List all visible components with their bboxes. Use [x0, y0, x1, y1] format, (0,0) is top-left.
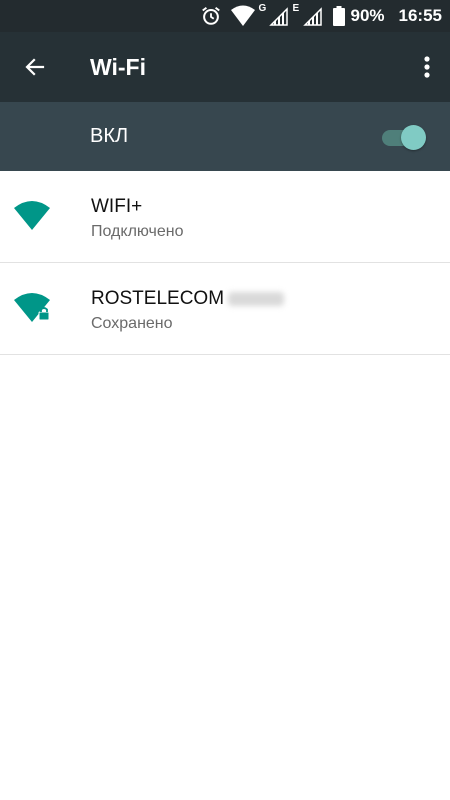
wifi-settings-screen: G E 90% 16:55 Wi-Fi ВКЛ WIFI+ Подключено…: [0, 0, 450, 800]
back-button[interactable]: [12, 44, 58, 90]
wifi-lock-icon: [14, 293, 50, 322]
network-name: ROSTELECOM: [91, 288, 285, 310]
network-status: Сохранено: [91, 315, 173, 332]
network-item[interactable]: ROSTELECOM Сохранено: [0, 263, 450, 355]
network-name: WIFI+: [91, 196, 143, 217]
arrow-back-icon: [25, 58, 45, 76]
battery-icon: [330, 0, 348, 32]
wifi-signal-icon: [228, 0, 258, 32]
network-type-label: G: [258, 3, 267, 14]
redacted-suffix: [228, 291, 285, 306]
battery-percent: 90%: [350, 6, 385, 25]
network-list: WIFI+ Подключено ROSTELECOM Сохранено: [0, 171, 450, 355]
wifi-toggle[interactable]: [380, 124, 426, 150]
more-options-button[interactable]: [412, 44, 442, 90]
page-title: Wi-Fi: [90, 54, 146, 80]
cell-signal-icon: E: [292, 0, 326, 32]
more-vert-icon: [424, 56, 430, 78]
status-bar: G E 90% 16:55: [0, 0, 450, 32]
network-name-text: ROSTELECOM: [91, 288, 225, 309]
app-bar: Wi-Fi: [0, 32, 450, 102]
wifi-master-switch-bar[interactable]: ВКЛ: [0, 102, 450, 171]
wifi-switch-label: ВКЛ: [90, 125, 129, 147]
cell-signal-icon: G: [258, 0, 292, 32]
network-status: Подключено: [91, 223, 184, 240]
wifi-signal-icon: [14, 201, 50, 230]
toggle-thumb: [401, 125, 426, 150]
alarm-icon: [198, 0, 224, 32]
network-item[interactable]: WIFI+ Подключено: [0, 171, 450, 263]
network-type-label: E: [292, 3, 300, 14]
status-time: 16:55: [398, 6, 442, 25]
status-icons: G E 90% 16:55: [198, 0, 442, 32]
